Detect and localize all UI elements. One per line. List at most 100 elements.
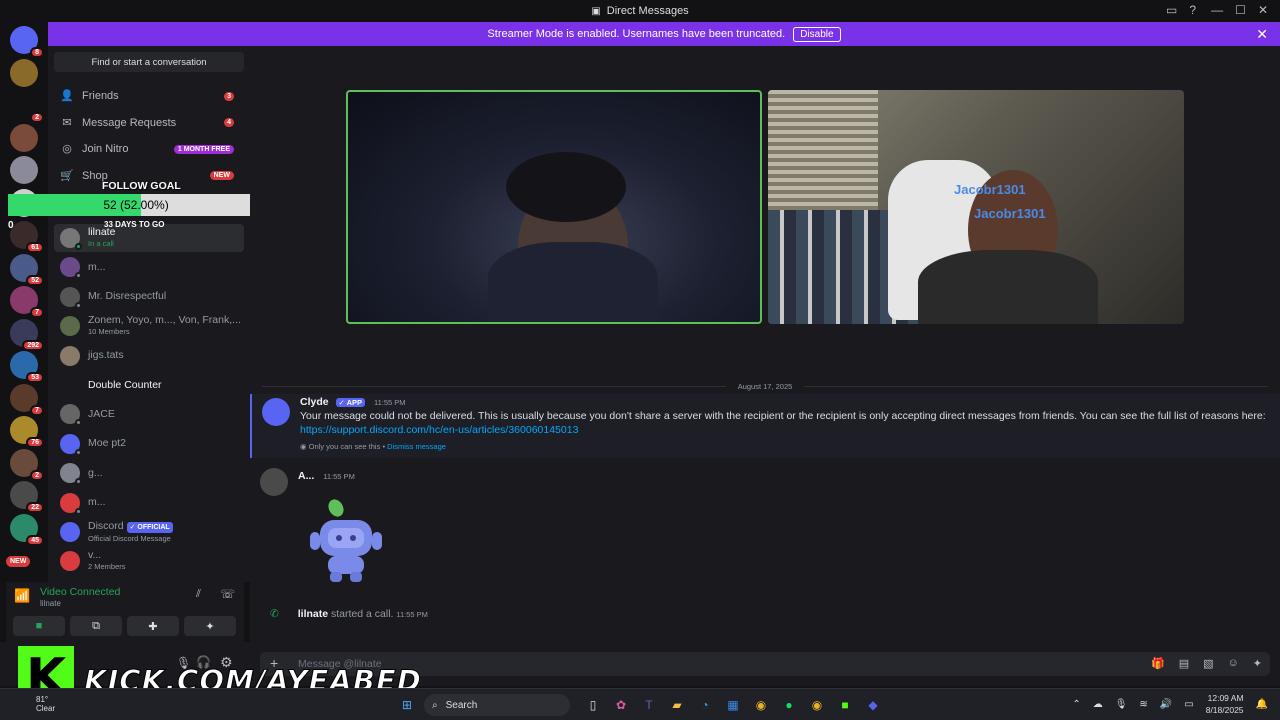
call-event-user[interactable]: lilnate <box>298 608 328 620</box>
message-author[interactable]: Clyde <box>300 396 329 408</box>
dismiss-message-link[interactable]: Dismiss message <box>387 442 446 451</box>
dm-sidebar: Find or start a conversation 👤 Friends 3 ✉ M… <box>48 46 250 582</box>
weather-widget[interactable]: 81° Clear <box>36 695 55 713</box>
help-icon[interactable]: ? <box>1189 3 1196 17</box>
sticker-icon[interactable]: ▧ <box>1203 657 1213 670</box>
dm-item[interactable]: Double Counter <box>54 371 244 399</box>
server-icon[interactable]: 7 <box>10 383 44 416</box>
chevron-up-icon[interactable]: ⌃ <box>1072 699 1080 710</box>
store-icon[interactable]: ▦ <box>722 694 744 716</box>
nav-item-friends[interactable]: 👤 Friends 3 <box>54 84 244 108</box>
server-badge: 292 <box>22 339 44 351</box>
close-window-button[interactable]: ✕ <box>1258 3 1268 17</box>
dm-item[interactable]: Mr. Disrespectful <box>54 283 244 311</box>
camera-button[interactable]: ■ <box>13 616 65 636</box>
close-icon[interactable]: ✕ <box>1256 26 1268 43</box>
sender-avatar[interactable] <box>260 468 288 496</box>
kick-app-icon[interactable]: ■ <box>834 694 856 716</box>
file-explorer-icon[interactable]: ▰ <box>666 694 688 716</box>
dm-item[interactable]: jigs.tats <box>54 342 244 370</box>
nav-item-join-nitro[interactable]: ◎ Join Nitro 1 MONTH FREE <box>54 137 244 161</box>
support-link[interactable]: https://support.discord.com/hc/en-us/art… <box>300 424 578 436</box>
gift-icon[interactable]: 🎁 <box>1151 657 1165 670</box>
chrome-profile-icon[interactable]: ◉ <box>806 694 828 716</box>
app-badge: ✓ APP <box>335 398 366 407</box>
screenshare-button[interactable]: ⧉ <box>70 616 122 636</box>
new-badge: NEW <box>6 556 31 567</box>
server-icon[interactable]: 52 <box>10 253 44 286</box>
minimize-button[interactable]: — <box>1211 3 1223 17</box>
clock[interactable]: 12:09 AM 8/18/2025 <box>1206 692 1244 716</box>
server-icon[interactable]: 8 <box>10 26 44 58</box>
call-event-time: 11:55 PM <box>396 610 428 619</box>
chrome-icon[interactable]: ◉ <box>750 694 772 716</box>
nav-badge: 1 MONTH FREE <box>173 144 234 154</box>
server-icon[interactable]: 45 <box>10 513 44 546</box>
weather-text: Clear <box>36 704 56 713</box>
server-icon[interactable] <box>10 58 38 87</box>
server-badge: 2 <box>30 112 44 123</box>
dm-subtext: In a call <box>88 239 114 248</box>
dm-item[interactable]: JACE <box>54 400 244 428</box>
nav-item-message-requests[interactable]: ✉ Message Requests 4 <box>54 111 244 135</box>
server-badge: 22 <box>26 502 44 513</box>
search-icon: ⌕ <box>432 699 438 711</box>
inbox-icon[interactable]: ▭ <box>1166 3 1177 17</box>
edge-icon[interactable]: ◔ <box>694 694 716 716</box>
mic-tray-icon[interactable]: 🎙 <box>1115 699 1128 710</box>
server-icon[interactable]: 7 <box>10 286 44 318</box>
volume-icon[interactable]: 🔊 <box>1160 699 1172 710</box>
dm-item[interactable]: m... <box>54 489 244 517</box>
avatar <box>60 286 82 309</box>
gif-icon[interactable]: ▤ <box>1179 657 1189 670</box>
apps-icon[interactable]: ✦ <box>1253 657 1262 670</box>
dm-item[interactable]: Moe pt2 <box>54 430 244 458</box>
follow-goal-title: FOLLOW GOAL <box>102 180 181 192</box>
disable-button[interactable]: Disable <box>793 26 841 42</box>
voice-user: lilnate <box>40 599 61 608</box>
video-tile-2[interactable]: Jacobr1301 Jacobr1301 <box>768 90 1184 324</box>
clyde-avatar[interactable] <box>262 398 290 426</box>
spotify-icon[interactable]: ● <box>778 694 800 716</box>
disconnect-icon[interactable]: ☏ <box>220 587 235 601</box>
activity-button[interactable]: ✚ <box>127 616 179 636</box>
server-icon[interactable]: 2 <box>10 448 44 481</box>
cloud-icon[interactable]: ☁ <box>1093 699 1103 710</box>
copilot-icon[interactable]: ✿ <box>610 694 632 716</box>
soundboard-button[interactable]: ✦ <box>184 616 236 636</box>
task-view-icon[interactable]: ▯ <box>582 694 604 716</box>
server-icon[interactable]: 292 <box>10 318 44 351</box>
server-icon[interactable] <box>10 123 38 152</box>
notification-icon[interactable]: 🔔 <box>1256 699 1268 710</box>
server-icon[interactable]: 53 <box>10 351 44 383</box>
video-tile-1[interactable] <box>346 90 762 324</box>
emoji-icon[interactable]: ☺ <box>1228 657 1239 670</box>
taskbar-search[interactable]: ⌕ Search <box>424 694 570 716</box>
status-indicator <box>75 301 82 309</box>
wumpus-sticker <box>310 499 382 582</box>
start-icon[interactable]: ⊞ <box>396 694 418 716</box>
avatar <box>60 345 80 366</box>
teams-icon[interactable]: T <box>638 694 660 716</box>
wifi-icon[interactable]: ≋ <box>1139 699 1147 710</box>
server-badge: 7 <box>30 404 44 416</box>
server-icon[interactable]: 2 <box>10 91 44 123</box>
dm-item[interactable]: v... 2 Members <box>54 547 244 575</box>
server-icon[interactable]: 76 <box>10 416 44 448</box>
follow-goal-widget: FOLLOW GOAL 52 (52.00%) 0 33 DAYS TO GO … <box>8 180 264 231</box>
dm-item[interactable]: Zonem, Yoyo, m..., Von, Frank,... 10 Memb… <box>54 312 244 340</box>
nav-label: Friends <box>82 90 119 102</box>
server-icon[interactable]: 22 <box>10 481 44 513</box>
battery-icon[interactable]: ▭ <box>1184 699 1193 710</box>
call-event-text: started a call. <box>331 608 394 620</box>
dm-item[interactable]: g... <box>54 459 244 487</box>
maximize-button[interactable]: ☐ <box>1235 3 1246 17</box>
dm-item[interactable]: Discord ✓ OFFICIAL Official Discord Messag… <box>54 518 244 546</box>
avatar <box>60 404 82 427</box>
dm-item[interactable]: m... <box>54 253 244 281</box>
find-conversation-button[interactable]: Find or start a conversation <box>54 52 244 72</box>
noise-suppression-icon[interactable]: ⫽ <box>196 588 201 601</box>
message-time: 11:55 PM <box>373 398 406 407</box>
message-author[interactable]: A... <box>298 470 314 482</box>
discord-taskbar-icon[interactable]: ◆ <box>862 694 884 716</box>
